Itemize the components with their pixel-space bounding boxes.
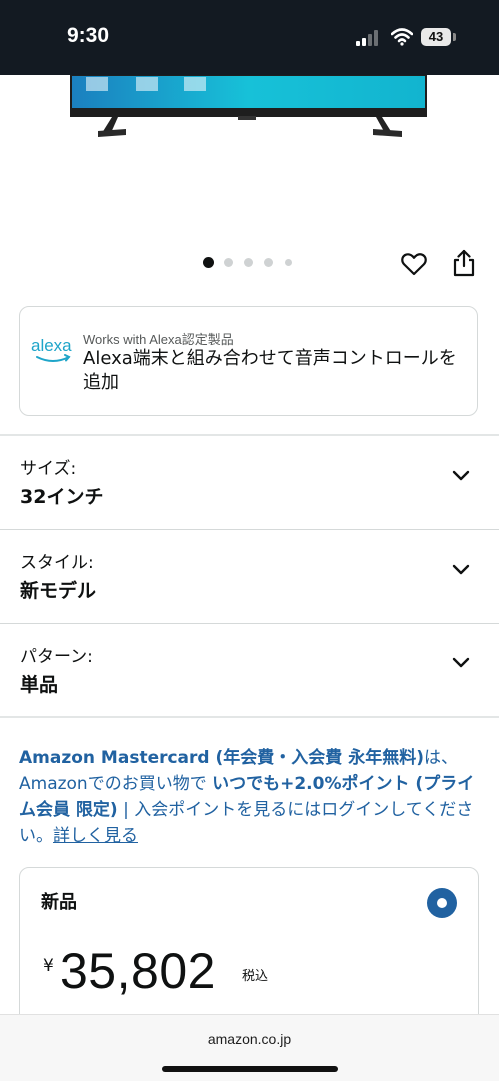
alexa-certified-card[interactable]: alexa Works with Alexa認定製品 Alexa端末と組み合わせ… bbox=[19, 306, 478, 416]
battery-cap bbox=[453, 33, 456, 41]
svg-text:alexa: alexa bbox=[31, 336, 72, 355]
promo-details-link[interactable]: 詳しく見る bbox=[53, 826, 138, 846]
size-label: サイズ: bbox=[20, 459, 77, 479]
product-image-tv[interactable] bbox=[0, 75, 499, 245]
status-time: 9:30 bbox=[67, 24, 110, 47]
style-label: スタイル: bbox=[20, 553, 94, 573]
radio-selected-dot bbox=[437, 898, 447, 908]
chevron-down-icon bbox=[452, 470, 470, 481]
size-value: 32インチ bbox=[20, 486, 104, 508]
status-bar: 9:30 43 bbox=[0, 0, 499, 75]
divider bbox=[0, 623, 499, 624]
new-condition-label: 新品 bbox=[41, 892, 77, 913]
mastercard-promo[interactable]: Amazon Mastercard (年会費・入会費 永年無料)は、Amazon… bbox=[19, 745, 481, 849]
chevron-down-icon bbox=[452, 564, 470, 575]
new-condition-radio[interactable] bbox=[427, 888, 457, 918]
carousel-dot bbox=[264, 258, 273, 267]
wishlist-heart-icon[interactable] bbox=[401, 252, 427, 276]
promo-card-name: Amazon Mastercard (年会費・入会費 永年無料) bbox=[19, 748, 424, 768]
pattern-label: パターン: bbox=[20, 647, 93, 667]
carousel-dot bbox=[244, 258, 253, 267]
chevron-down-icon bbox=[452, 657, 470, 668]
battery-icon: 43 bbox=[421, 28, 451, 46]
cellular-signal-icon bbox=[356, 30, 378, 46]
wifi-icon bbox=[391, 28, 413, 46]
home-indicator[interactable] bbox=[162, 1066, 338, 1072]
carousel-dot-active bbox=[203, 257, 214, 268]
pattern-value: 単品 bbox=[20, 674, 59, 696]
divider bbox=[0, 529, 499, 530]
price-value: 35,802 bbox=[60, 943, 216, 999]
browser-address-bar[interactable]: amazon.co.jp bbox=[0, 1014, 499, 1081]
alexa-logo-icon: alexa bbox=[31, 336, 72, 362]
carousel-dot bbox=[224, 258, 233, 267]
divider bbox=[0, 434, 499, 436]
style-value: 新モデル bbox=[20, 580, 97, 602]
carousel-dot bbox=[285, 259, 292, 266]
alexa-subtitle: Works with Alexa認定製品 bbox=[83, 332, 234, 347]
share-icon[interactable] bbox=[452, 249, 476, 277]
alexa-description: Alexa端末と組み合わせて音声コントロールを追加 bbox=[83, 348, 457, 393]
divider bbox=[0, 716, 499, 718]
browser-domain: amazon.co.jp bbox=[207, 1031, 292, 1047]
tax-included-note: 税込 bbox=[242, 969, 269, 984]
currency-symbol: ¥ bbox=[43, 956, 54, 976]
